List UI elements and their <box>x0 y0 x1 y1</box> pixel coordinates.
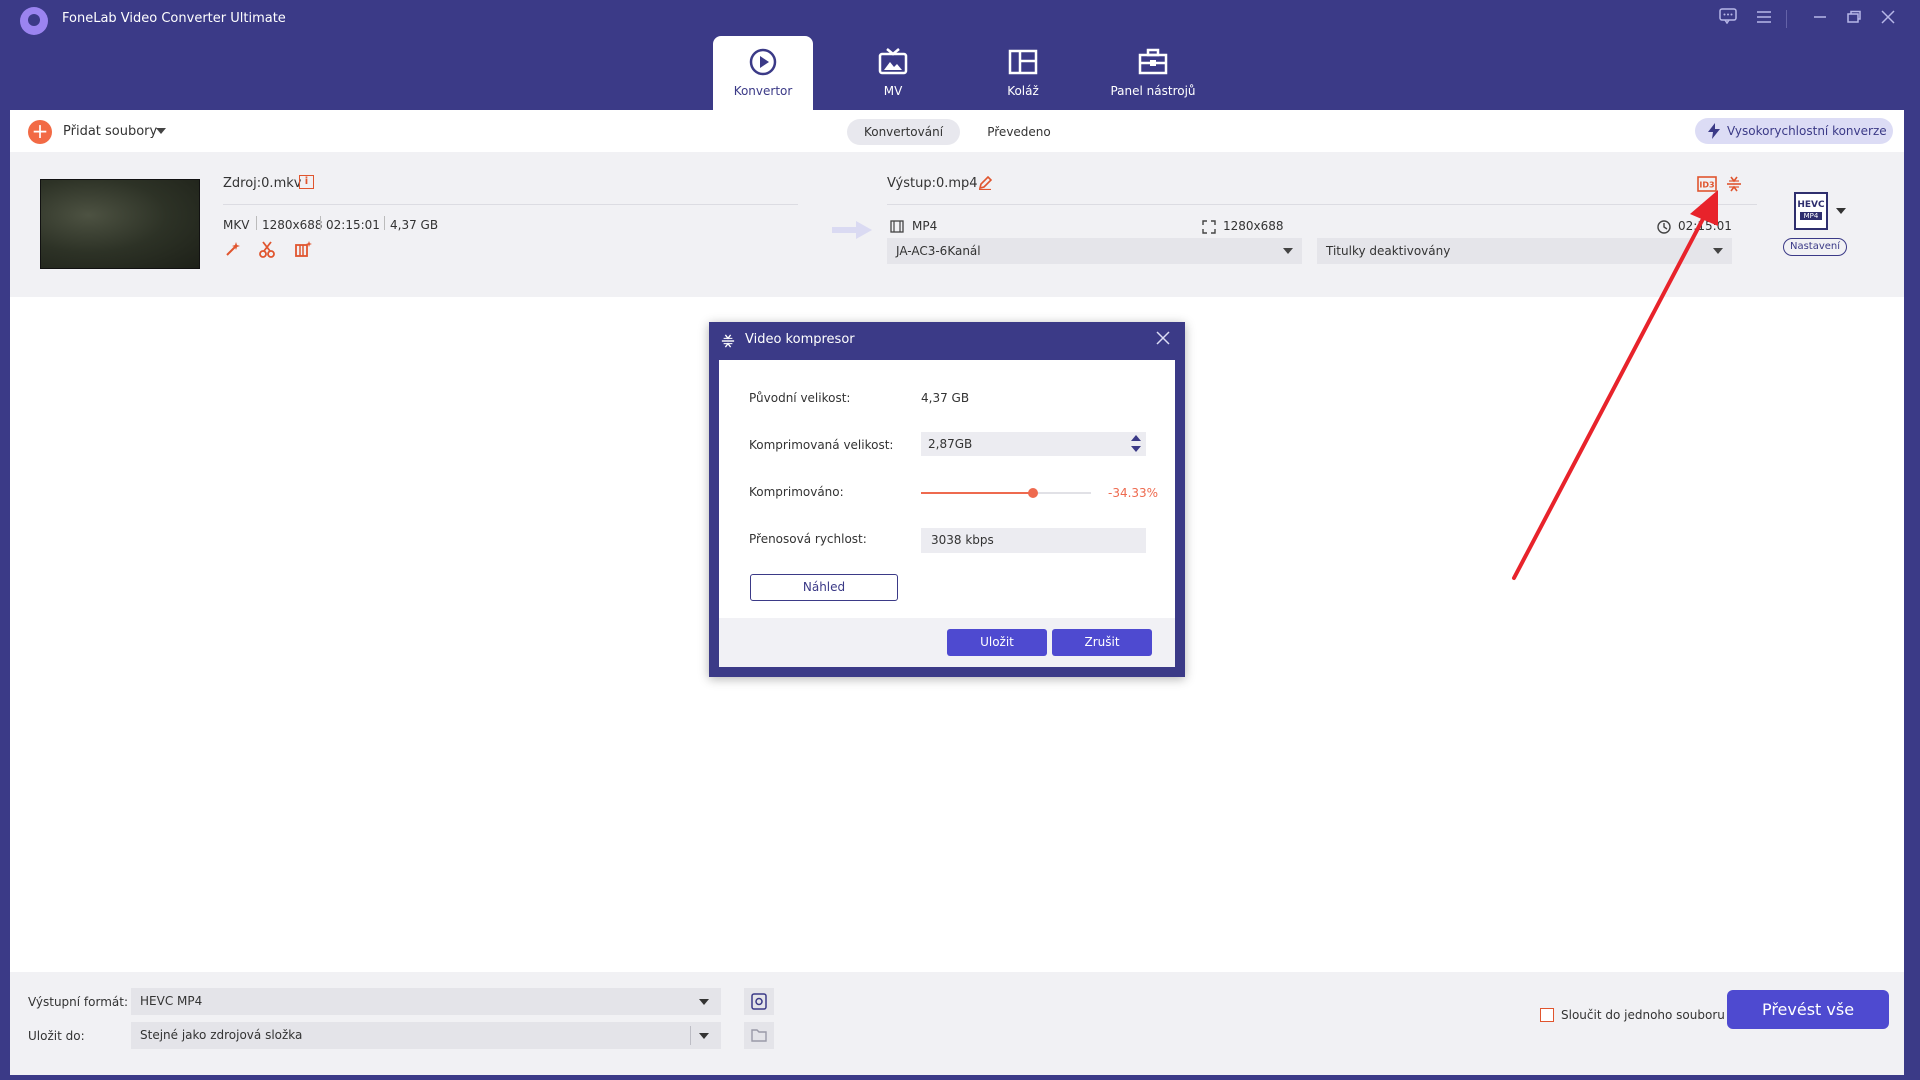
svg-text:ID3: ID3 <box>1699 181 1714 190</box>
preview-button[interactable]: Náhled <box>750 574 898 601</box>
compress-icon[interactable] <box>1726 176 1742 192</box>
fast-conversion-button[interactable]: Vysokorychlostní konverze <box>1695 118 1893 144</box>
toolbar: + Přidat soubory Konvertování Převedeno … <box>10 110 1904 152</box>
dropdown-separator <box>690 1026 691 1045</box>
output-format-label: Výstupní formát: <box>28 995 129 1009</box>
output-format-dropdown[interactable]: HEVC MP4 <box>131 988 721 1015</box>
app-window: FoneLab Video Converter Ultimate Konvert… <box>0 0 1920 1080</box>
minimize-icon[interactable] <box>1808 8 1832 30</box>
convert-all-button[interactable]: Převést vše <box>1727 990 1889 1029</box>
toolbox-icon <box>1138 48 1168 75</box>
chevron-down-icon <box>1713 248 1723 254</box>
format-settings-button[interactable] <box>744 988 774 1015</box>
convert-arrow-icon <box>832 221 872 239</box>
compressed-size-input[interactable]: 2,87GB <box>921 432 1146 456</box>
bitrate-value: 3038 kbps <box>921 528 1146 553</box>
edit-effects-icon[interactable] <box>294 240 312 258</box>
meta-separator <box>384 216 385 230</box>
subtab-converting[interactable]: Konvertování <box>847 119 960 145</box>
output-divider <box>887 204 1757 205</box>
settings-button[interactable]: Nastavení <box>1783 238 1847 256</box>
increment-icon[interactable] <box>1131 435 1141 441</box>
subtab-converted[interactable]: Převedeno <box>975 119 1063 145</box>
add-files-plus-icon[interactable]: + <box>28 120 52 144</box>
open-folder-button[interactable] <box>744 1022 774 1049</box>
output-format-badge[interactable]: HEVC MP4 <box>1794 192 1828 230</box>
bottom-bar: Výstupní formát: HEVC MP4 Uložit do: Ste… <box>10 972 1904 1075</box>
dialog-title: Video kompresor <box>745 332 855 347</box>
save-to-label: Uložit do: <box>28 1029 85 1043</box>
slider-handle[interactable] <box>1027 488 1038 498</box>
original-size-value: 4,37 GB <box>921 391 970 405</box>
subtitles-dropdown[interactable]: Titulky deaktivovány <box>1317 238 1732 264</box>
restore-icon[interactable] <box>1842 8 1866 30</box>
video-thumbnail[interactable] <box>40 179 200 269</box>
clock-icon <box>1657 220 1671 234</box>
dialog-body: Původní velikost: 4,37 GB Komprimovaná v… <box>719 360 1175 667</box>
bitrate-label: Přenosová rychlost: <box>749 532 867 546</box>
title-separator <box>1786 10 1787 28</box>
pencil-icon[interactable] <box>978 176 992 190</box>
source-duration: 02:15:01 <box>326 218 380 232</box>
close-icon[interactable] <box>1876 8 1900 30</box>
tv-icon <box>878 48 908 75</box>
folder-icon <box>751 1029 767 1042</box>
scissors-icon[interactable] <box>258 240 276 258</box>
add-files-button[interactable]: Přidat soubory <box>63 124 157 139</box>
cancel-button[interactable]: Zrušit <box>1052 629 1152 656</box>
compress-icon <box>721 334 735 348</box>
chevron-down-icon <box>1283 248 1293 254</box>
chevron-down-icon <box>699 1033 709 1039</box>
collage-icon <box>1008 49 1038 75</box>
output-file-name: Výstup:0.mp4 <box>887 176 978 191</box>
source-file-name: Zdroj:0.mkv <box>223 176 302 191</box>
format-dropdown-icon[interactable] <box>1836 208 1846 214</box>
file-row: Zdroj:0.mkv i MKV 1280x688 02:15:01 4,37… <box>10 152 1904 297</box>
add-files-dropdown-icon[interactable] <box>156 128 166 134</box>
lightning-icon <box>1708 123 1720 139</box>
tab-mv[interactable]: MV <box>843 36 943 110</box>
original-size-label: Původní velikost: <box>749 391 851 405</box>
merge-label: Sloučit do jednoho souboru <box>1561 1008 1725 1022</box>
tab-toolbox[interactable]: Panel nástrojů <box>1103 36 1203 110</box>
converter-icon <box>749 48 777 76</box>
tab-collage[interactable]: Koláž <box>973 36 1073 110</box>
merge-checkbox[interactable] <box>1540 1008 1554 1022</box>
output-format: MP4 <box>912 219 938 233</box>
audio-track-dropdown[interactable]: JA-AC3-6Kanál <box>887 238 1302 264</box>
output-resolution: 1280x688 <box>1223 219 1284 233</box>
meta-separator <box>256 216 257 230</box>
app-logo-icon <box>20 7 48 35</box>
chevron-down-icon <box>699 999 709 1005</box>
compressed-size-label: Komprimovaná velikost: <box>749 438 894 452</box>
video-compressor-dialog: Video kompresor Původní velikost: 4,37 G… <box>709 322 1185 677</box>
film-icon <box>890 220 904 233</box>
id3-tag-icon[interactable]: ID3 <box>1697 176 1717 192</box>
compression-slider[interactable] <box>921 488 1091 498</box>
content-area: + Přidat soubory Konvertování Převedeno … <box>10 110 1904 1075</box>
feedback-icon[interactable] <box>1716 8 1740 30</box>
menu-icon[interactable] <box>1752 8 1776 30</box>
app-title: FoneLab Video Converter Ultimate <box>62 11 286 26</box>
save-to-dropdown[interactable]: Stejné jako zdrojová složka <box>131 1022 721 1049</box>
dialog-footer: Uložit Zrušit <box>719 618 1175 667</box>
source-format: MKV <box>223 218 250 232</box>
title-bar: FoneLab Video Converter Ultimate <box>0 0 1920 38</box>
tab-converter[interactable]: Konvertor <box>713 36 813 110</box>
decrement-icon[interactable] <box>1131 446 1141 452</box>
save-button[interactable]: Uložit <box>947 629 1047 656</box>
source-divider <box>223 204 798 205</box>
enhance-icon[interactable] <box>224 240 242 258</box>
meta-separator <box>320 216 321 230</box>
dialog-close-icon[interactable] <box>1155 330 1171 350</box>
info-icon[interactable]: i <box>299 175 314 189</box>
source-size: 4,37 GB <box>390 218 439 232</box>
source-resolution: 1280x688 <box>262 218 323 232</box>
settings-icon <box>751 993 767 1010</box>
compressed-percent: -34.33% <box>1108 486 1159 500</box>
resolution-icon <box>1202 220 1216 234</box>
compressed-label: Komprimováno: <box>749 485 844 499</box>
output-duration: 02:15:01 <box>1678 219 1732 233</box>
slider-fill <box>921 492 1033 494</box>
